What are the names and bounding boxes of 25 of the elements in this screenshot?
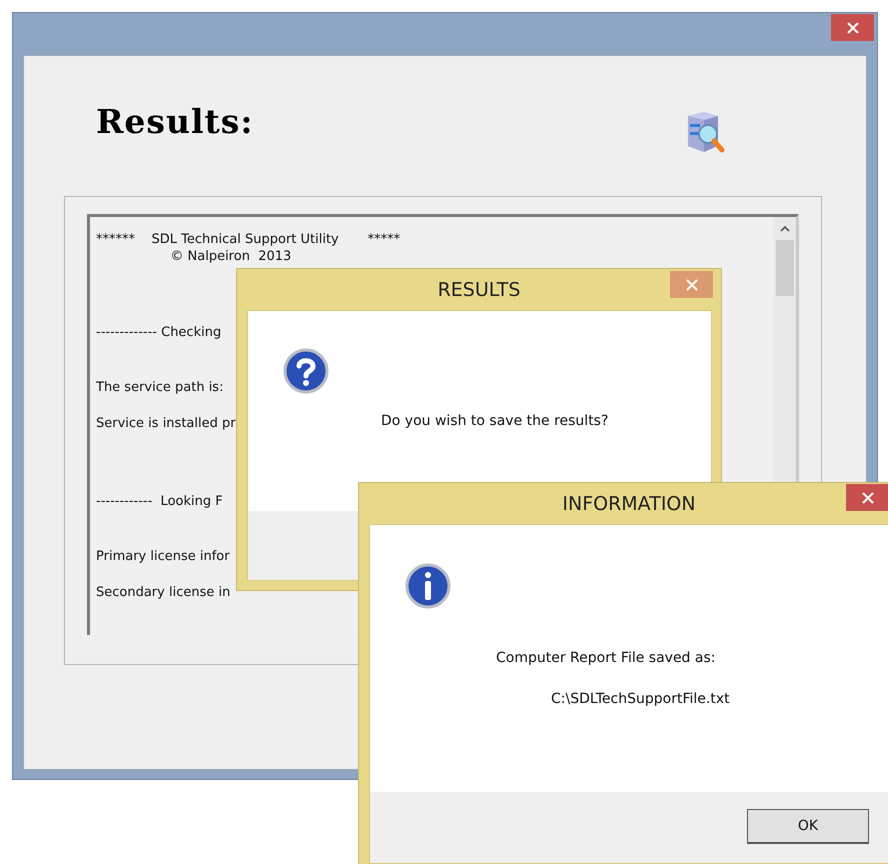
- ok-button[interactable]: OK: [747, 809, 869, 844]
- dialog-message: Do you wish to save the results?: [381, 413, 608, 429]
- close-icon: [862, 492, 874, 504]
- dialog-message: Computer Report File saved as:: [496, 650, 716, 666]
- close-button[interactable]: [846, 484, 888, 511]
- info-icon: [405, 563, 451, 609]
- dialog-title: RESULTS: [438, 278, 520, 300]
- log-line: The service path is:: [96, 379, 224, 397]
- log-line: Service is installed pr: [96, 415, 236, 433]
- close-icon: [846, 22, 858, 34]
- dialog-title: INFORMATION: [562, 492, 696, 514]
- log-line: Secondary license in: [96, 584, 230, 602]
- close-icon: [686, 278, 698, 290]
- question-icon: [283, 348, 329, 394]
- log-line: ------------ Looking F: [96, 493, 223, 511]
- close-button[interactable]: [831, 14, 874, 41]
- close-button[interactable]: [670, 271, 713, 298]
- log-line: ****** SDL Technical Support Utility *****: [96, 231, 400, 248]
- scroll-up-icon[interactable]: [780, 225, 790, 232]
- file-path: C:\SDLTechSupportFile.txt: [551, 691, 730, 707]
- log-line: ------------- Checking: [96, 324, 222, 342]
- results-heading: Results:: [96, 102, 254, 140]
- log-line: Primary license infor: [96, 548, 230, 566]
- scroll-thumb[interactable]: [776, 240, 794, 296]
- log-line: © Nalpeiron 2013: [169, 248, 292, 265]
